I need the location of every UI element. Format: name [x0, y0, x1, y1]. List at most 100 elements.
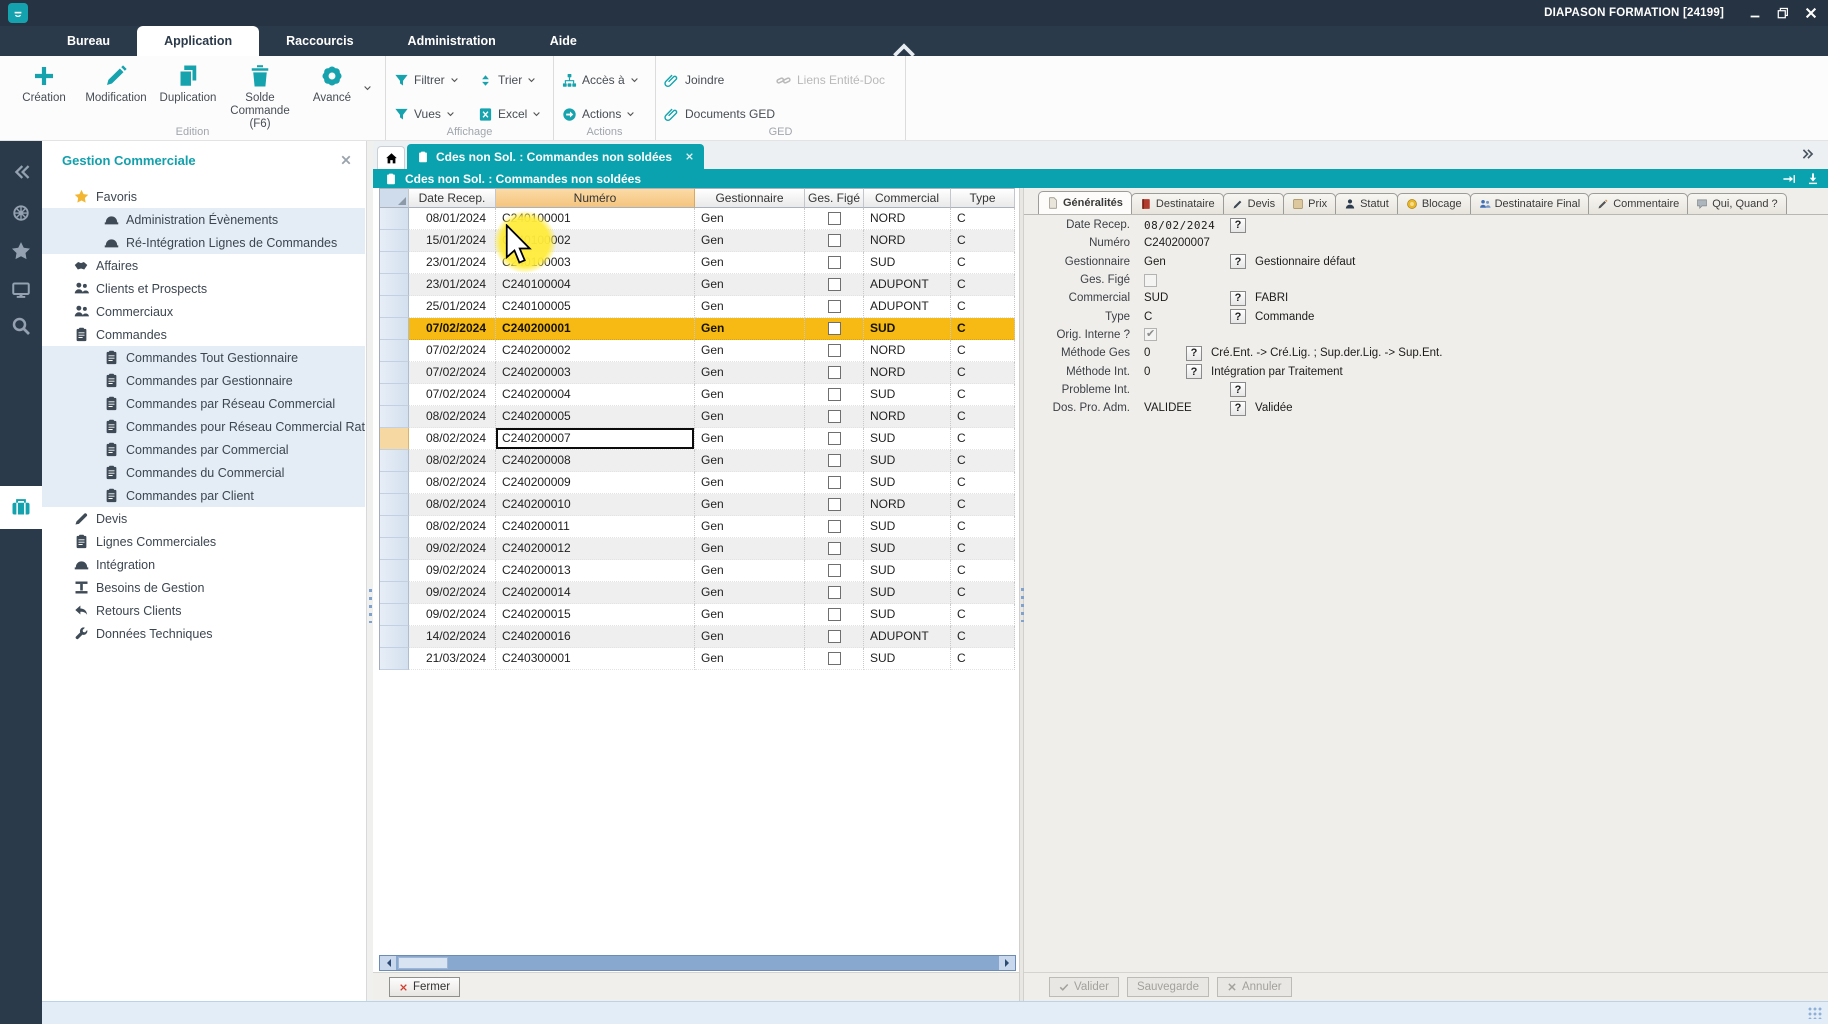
expand-chevron-icon[interactable] [56, 559, 72, 570]
resize-grip[interactable] [1808, 1007, 1822, 1019]
cell-type[interactable]: C [951, 450, 1015, 472]
row-handle[interactable] [380, 406, 409, 428]
ges-fige-checkbox[interactable] [828, 608, 841, 621]
active-module-commercial[interactable] [0, 486, 42, 529]
tab-overflow-icon[interactable] [1800, 147, 1816, 161]
cell-numero[interactable]: C240100004 [496, 274, 695, 296]
expand-chevron-icon[interactable] [56, 628, 72, 639]
cell-type[interactable]: C [951, 648, 1015, 670]
cell-gestionnaire[interactable]: Gen [695, 318, 805, 340]
tree-item[interactable]: Commandes Tout Gestionnaire [42, 346, 365, 369]
cell-date[interactable]: 08/02/2024 [409, 406, 496, 428]
table-row[interactable]: 09/02/2024 C240200013 Gen SUD C [380, 560, 1015, 582]
cell-gestionnaire[interactable]: Gen [695, 582, 805, 604]
cell-commercial[interactable]: NORD [864, 494, 951, 516]
export-download-icon[interactable] [1806, 172, 1820, 186]
cell-gestionnaire[interactable]: Gen [695, 450, 805, 472]
fermer-button[interactable]: Fermer [389, 977, 460, 997]
cell-numero[interactable]: C240200016 [496, 626, 695, 648]
ribbon-button[interactable]: Liens Entité-Doc [776, 66, 904, 94]
row-handle[interactable] [380, 208, 409, 230]
cell-date[interactable]: 23/01/2024 [409, 252, 496, 274]
ges-fige-checkbox[interactable] [828, 564, 841, 577]
table-row[interactable]: 07/02/2024 C240200001 Gen SUD C [380, 318, 1015, 340]
table-row[interactable]: 07/02/2024 C240200003 Gen NORD C [380, 362, 1015, 384]
cell-gestionnaire[interactable]: Gen [695, 252, 805, 274]
tree-item[interactable]: Besoins de Gestion [42, 576, 365, 599]
cell-date[interactable]: 07/02/2024 [409, 340, 496, 362]
collapse-sidebar-icon[interactable] [11, 162, 31, 182]
ges-fige-checkbox[interactable] [828, 630, 841, 643]
cell-gestionnaire[interactable]: Gen [695, 516, 805, 538]
cell-type[interactable]: C [951, 494, 1015, 516]
expand-chevron-icon[interactable] [56, 513, 72, 524]
cell-date[interactable]: 15/01/2024 [409, 230, 496, 252]
cell-type[interactable]: C [951, 274, 1015, 296]
minimize-button[interactable] [1748, 6, 1762, 20]
cell-gestionnaire[interactable]: Gen [695, 340, 805, 362]
row-handle[interactable] [380, 538, 409, 560]
row-handle[interactable] [380, 384, 409, 406]
help-lookup-button[interactable]: ? [1230, 309, 1246, 324]
cell-numero[interactable]: C240300001 [496, 648, 695, 670]
expand-chevron-icon[interactable] [56, 191, 72, 202]
tree-item[interactable]: Commandes par Commercial [42, 438, 365, 461]
row-handle[interactable] [380, 428, 409, 450]
row-handle[interactable] [380, 582, 409, 604]
table-row[interactable]: 08/02/2024 C240200005 Gen NORD C [380, 406, 1015, 428]
table-row[interactable]: 08/02/2024 C240200009 Gen SUD C [380, 472, 1015, 494]
cell-gestionnaire[interactable]: Gen [695, 648, 805, 670]
table-row[interactable]: 09/02/2024 C240200015 Gen SUD C [380, 604, 1015, 626]
tree-item[interactable]: Commandes par Gestionnaire [42, 369, 365, 392]
restore-button[interactable] [1776, 6, 1790, 20]
help-lookup-button[interactable]: ? [1230, 291, 1246, 306]
field-checkbox[interactable] [1144, 328, 1157, 341]
cell-numero[interactable]: C240200003 [496, 362, 695, 384]
row-handle[interactable] [380, 626, 409, 648]
table-row[interactable]: 15/01/2024 C240100002 Gen NORD C [380, 230, 1015, 252]
help-lookup-button[interactable]: ? [1230, 218, 1246, 233]
table-row[interactable]: 08/01/2024 C240100001 Gen NORD C [380, 208, 1015, 230]
expand-chevron-icon[interactable] [86, 467, 102, 478]
valider-button[interactable]: Valider [1049, 977, 1119, 997]
cell-gestionnaire[interactable]: Gen [695, 208, 805, 230]
expand-chevron-icon[interactable] [56, 605, 72, 616]
tree-item[interactable]: Ré-Intégration Lignes de Commandes [42, 231, 365, 254]
tree-item[interactable]: Retours Clients [42, 599, 365, 622]
cell-commercial[interactable]: ADUPONT [864, 274, 951, 296]
detail-tab[interactable]: Destinataire Final [1470, 193, 1590, 214]
tree-item[interactable]: Clients et Prospects [42, 277, 365, 300]
cell-numero[interactable]: C240100005 [496, 296, 695, 318]
field-value[interactable]: VALIDEE [1144, 402, 1230, 414]
cell-numero[interactable]: C240200002 [496, 340, 695, 362]
column-header-numero[interactable]: Numéro [496, 188, 695, 208]
row-handle[interactable] [380, 340, 409, 362]
cell-type[interactable]: C [951, 538, 1015, 560]
row-handle[interactable] [380, 604, 409, 626]
table-row[interactable]: 09/02/2024 C240200014 Gen SUD C [380, 582, 1015, 604]
cell-date[interactable]: 09/02/2024 [409, 538, 496, 560]
expand-chevron-icon[interactable] [86, 352, 102, 363]
expand-chevron-icon[interactable] [86, 421, 102, 432]
detail-tab[interactable]: Généralités [1038, 191, 1132, 214]
row-handle[interactable] [380, 494, 409, 516]
cell-gestionnaire[interactable]: Gen [695, 406, 805, 428]
cell-numero[interactable]: C240200004 [496, 384, 695, 406]
expand-chevron-icon[interactable] [86, 490, 102, 501]
cell-numero[interactable]: C240200015 [496, 604, 695, 626]
expand-chevron-icon[interactable] [86, 237, 102, 248]
detail-tab[interactable]: Devis [1223, 193, 1285, 214]
horizontal-scrollbar[interactable] [379, 955, 1016, 971]
cell-date[interactable]: 08/02/2024 [409, 494, 496, 516]
ges-fige-checkbox[interactable] [828, 234, 841, 247]
ges-fige-checkbox[interactable] [828, 432, 841, 445]
cell-date[interactable]: 07/02/2024 [409, 318, 496, 340]
cell-numero[interactable]: C240200005 [496, 406, 695, 428]
close-panel-icon[interactable] [340, 154, 352, 166]
cell-numero[interactable]: C240100003 [496, 252, 695, 274]
ges-fige-checkbox[interactable] [828, 344, 841, 357]
search-icon[interactable] [11, 316, 31, 336]
cell-type[interactable]: C [951, 208, 1015, 230]
ribbon-split-button[interactable]: Actions [562, 100, 649, 128]
help-lookup-button[interactable]: ? [1230, 401, 1246, 416]
